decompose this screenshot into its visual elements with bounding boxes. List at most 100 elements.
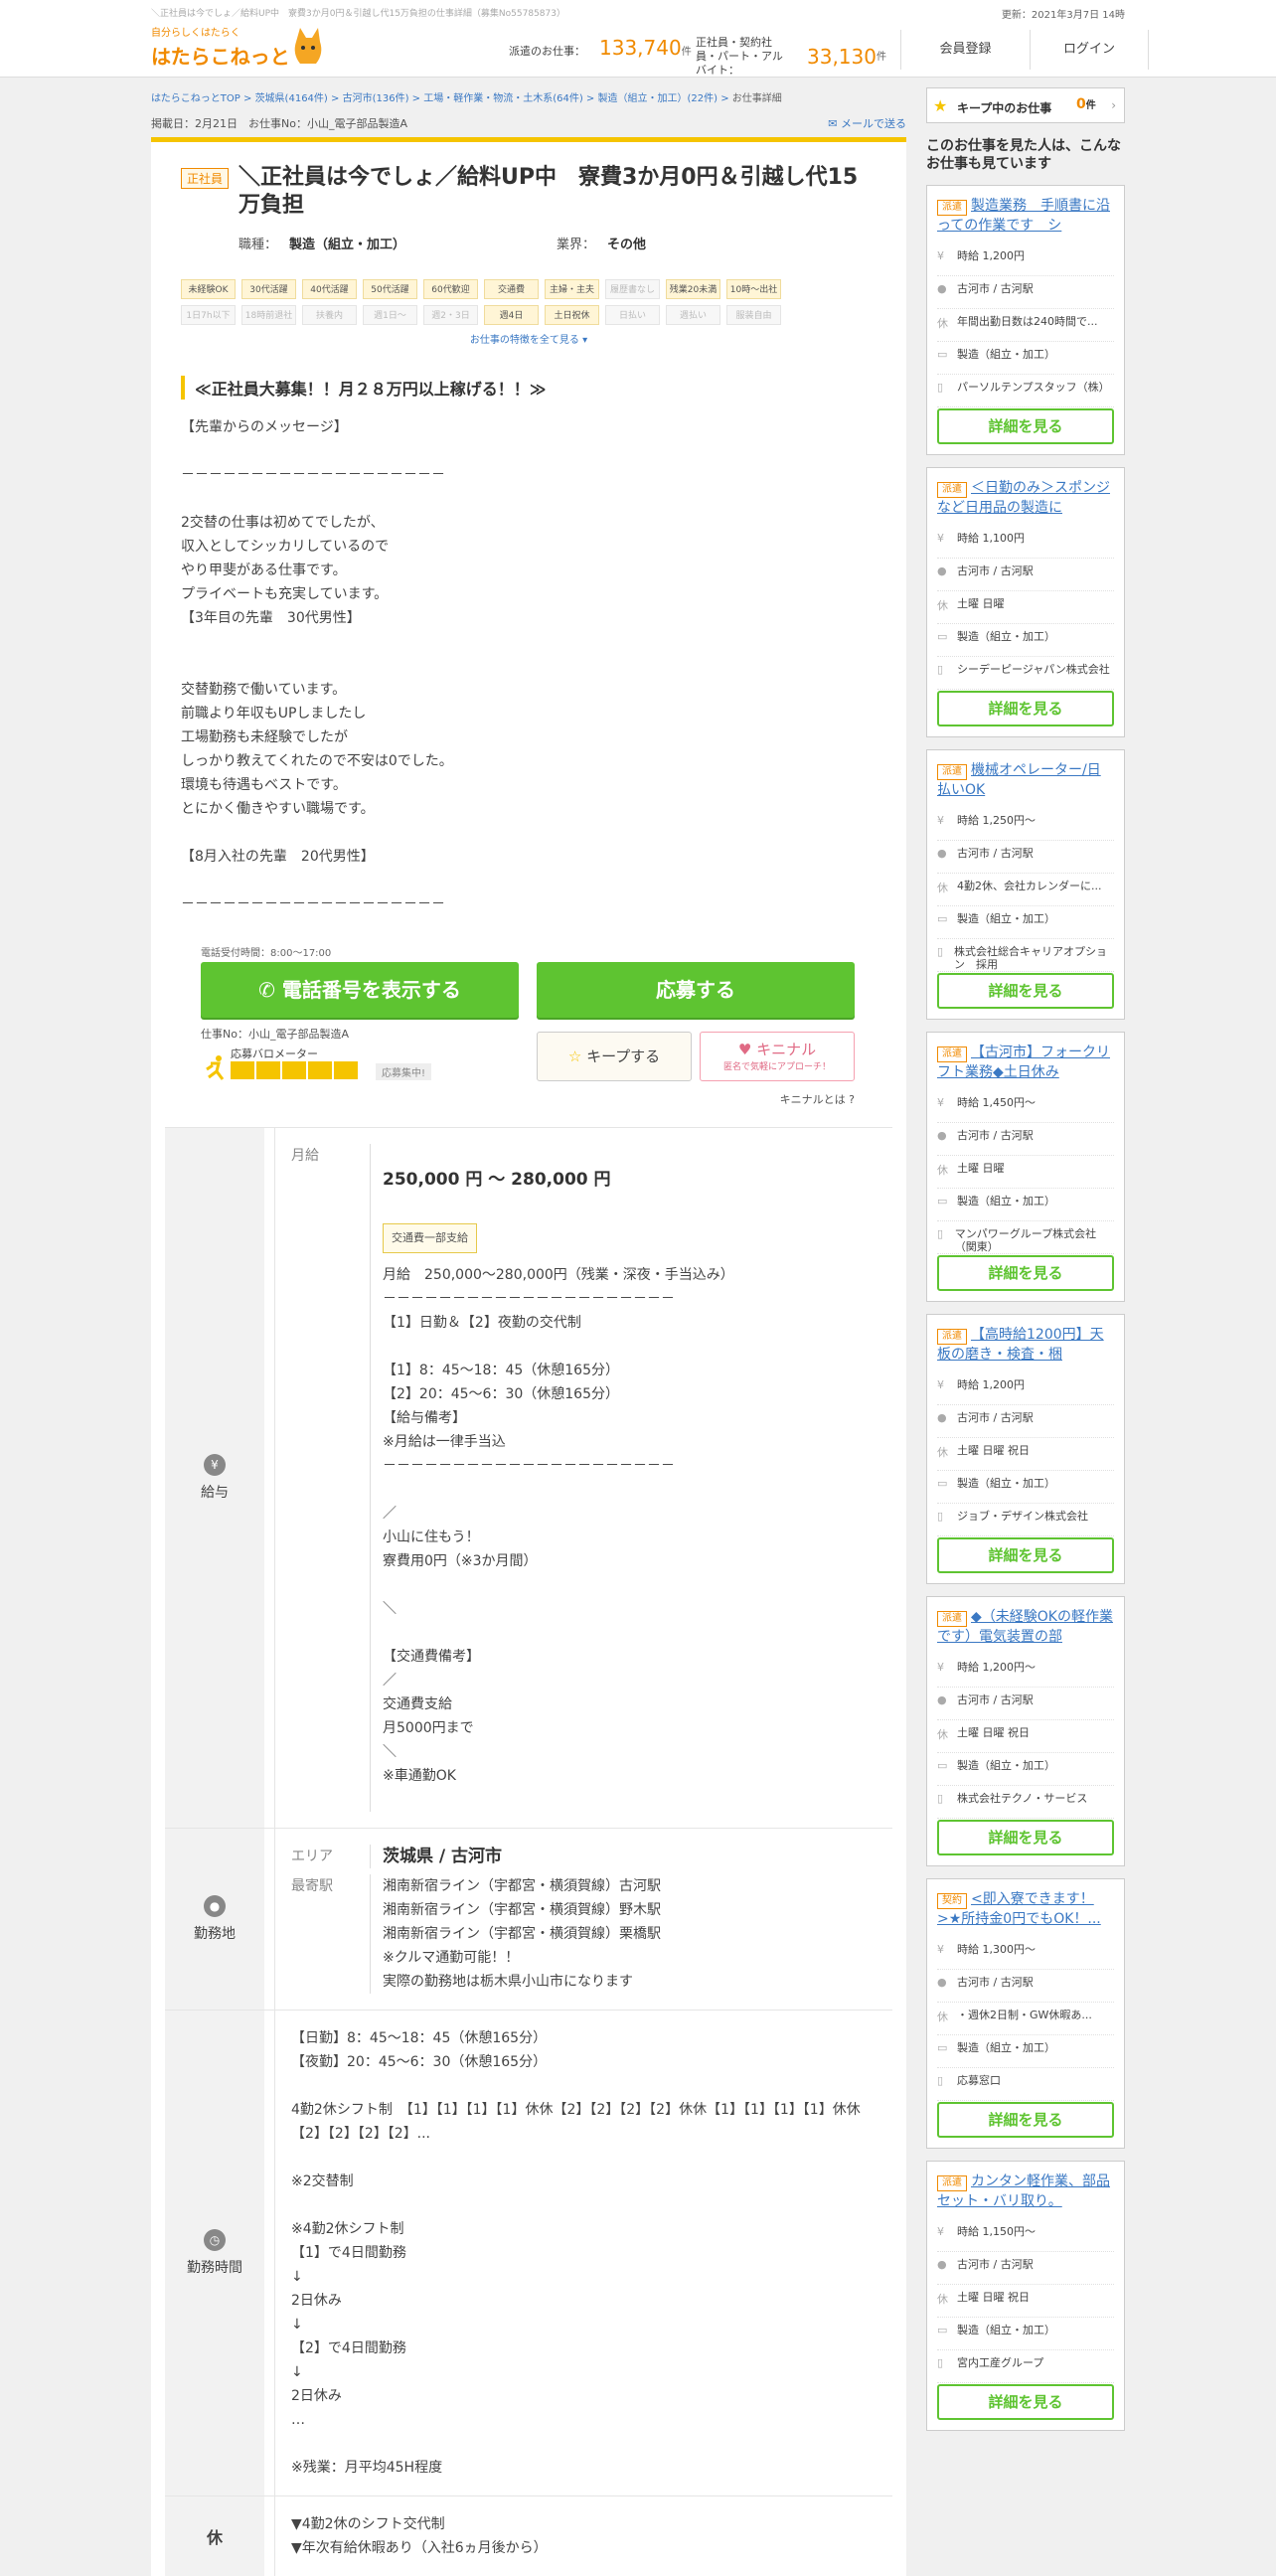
related-job-title-line: 派遣 【古河市】フォークリフト業務◆土日休み — [937, 1043, 1114, 1082]
view-detail-button[interactable]: 詳細を見る — [937, 2102, 1114, 2138]
category-value: 製造（組立・加工） — [957, 348, 1055, 361]
mail-link[interactable]: ✉ メールで送る — [828, 115, 906, 131]
feature-tag: 履歴書なし — [605, 279, 660, 299]
map-pin-icon: ● — [937, 282, 947, 295]
map-pin-icon: ● — [204, 1895, 226, 1917]
star-icon: ☆ — [567, 1047, 582, 1065]
chevron-down-icon: ▾ — [582, 335, 588, 346]
feature-tag-row-2: 1日7h以下 18時前退社 扶養内 週1日～ 週2・3日 週4日 土日祝休 日払い 週払い 服装自… — [181, 305, 877, 325]
wage-row: ¥ 時給 1,200円 — [937, 243, 1114, 276]
feature-tag: 週4日 — [484, 305, 539, 325]
category-row: ▭ 製造（組立・加工） — [937, 906, 1114, 939]
keep-button[interactable]: ☆ キープする — [537, 1032, 692, 1081]
view-detail-button[interactable]: 詳細を見る — [937, 973, 1114, 1009]
job-detail-card: 正社員 ＼正社員は今でしょ／給料UP中 寮費3か月0円＆引越し代15万負担 職種… — [151, 137, 906, 2576]
kininaru-help-link[interactable]: キニナルとは ? — [780, 1091, 855, 1107]
category-icon: ▭ — [937, 1759, 948, 1772]
yen-icon: ¥ — [937, 1378, 944, 1391]
kininaru-button[interactable]: ♥ キニナル 匿名で気軽にアプローチ！ — [700, 1032, 855, 1081]
chevron-right-icon: › — [1111, 98, 1116, 112]
view-detail-button[interactable]: 詳細を見る — [937, 691, 1114, 726]
station-list: 湘南新宿ライン（宇都宮・横須賀線）古河駅 湘南新宿ライン（宇都宮・横須賀線）野木… — [383, 1878, 661, 1990]
view-detail-button[interactable]: 詳細を見る — [937, 2384, 1114, 2420]
breadcrumb-top[interactable]: はたらこねっとTOP — [151, 93, 240, 104]
yen-icon: ¥ — [937, 532, 944, 545]
holiday-value: 年間出勤日数は240時間で... — [957, 315, 1098, 328]
keep-list-link[interactable]: ★ キープ中のお仕事 0件 › — [926, 87, 1125, 123]
yen-icon: ¥ — [937, 814, 944, 827]
job-title: ＼正社員は今でしょ／給料UP中 寮費3か月0円＆引越し代15万負担 — [239, 165, 859, 218]
register-button[interactable]: 会員登録 — [900, 30, 1030, 70]
haken-count: 133,740 — [599, 36, 682, 60]
employment-type-badge: 正社員 — [181, 168, 230, 189]
haken-count-unit: 件 — [681, 47, 692, 58]
holiday-value: 土曜 日曜 祝日 — [957, 1444, 1030, 1457]
breadcrumb-city[interactable]: 古河市(136件) — [343, 93, 409, 104]
logo-name: はたらこねっと — [151, 45, 290, 69]
related-job-info: ¥ 時給 1,200円 ● 古河市 / 古河駅休年間出勤日数は240時間で... ▭ 製造… — [937, 243, 1114, 407]
kininaru-subtitle: 匿名で気軽にアプローチ！ — [722, 1062, 831, 1072]
holiday-icon: 休 — [937, 882, 948, 894]
senior-message: 【先輩からのメッセージ】 －－－－－－－－－－－－－－－－－－－ 2交替の仕事は… — [181, 419, 453, 912]
feature-tag: 残業20未満 — [666, 279, 720, 299]
holiday-value: ・週休2日制・GW休暇あ... — [957, 2009, 1092, 2021]
breadcrumb-field[interactable]: 工場・軽作業・物流・土木系(64件) — [423, 93, 583, 104]
related-job-card: 派遣 機械オペレーター/日払いOK ¥ 時給 1,250円～ ● 古河市 / 古河駅休 4勤… — [926, 749, 1125, 1020]
haken-count-block: 派遣のお仕事： 133,740件 — [509, 36, 692, 60]
job-type-badge: 派遣 — [937, 2175, 967, 2191]
yen-icon: ¥ — [204, 1454, 226, 1476]
view-detail-button[interactable]: 詳細を見る — [937, 408, 1114, 444]
haken-count-label: 派遣のお仕事： — [509, 45, 585, 58]
view-detail-button[interactable]: 詳細を見る — [937, 1255, 1114, 1291]
salary-details: 月給 250,000～280,000円（残業・深夜・手当込み） －－－－－－－－… — [383, 1267, 734, 1784]
map-pin-icon: ● — [937, 564, 947, 577]
keep-button-label: キープする — [586, 1047, 661, 1065]
station-row: ● 古河市 / 古河駅 — [937, 1970, 1114, 2003]
category-value: 製造（組立・加工） — [289, 238, 406, 252]
feature-tag: 交通費 — [484, 279, 539, 299]
related-job-title-line: 派遣 製造業務 手順書に沿っての作業です シ — [937, 196, 1114, 236]
site-header: ＼正社員は今でしょ／給料UP中 寮費3か月0円＆引越し代15万負担の仕事詳細（募… — [0, 0, 1276, 78]
holiday-icon: 休 — [937, 2293, 948, 2306]
show-all-features-link[interactable]: お仕事の特徴を全て見る ▾ — [181, 331, 877, 346]
heart-icon: ♥ — [737, 1041, 752, 1058]
meta-line: 掲載日：2月21日 お仕事No：小山_電子部品製造A ✉ メールで送る — [151, 115, 906, 137]
category-row: ▭ 製造（組立・加工） — [937, 2035, 1114, 2068]
feature-tag: 扶養内 — [302, 305, 357, 325]
company-row: ▯ 宮内工産グループ — [937, 2350, 1114, 2383]
map-pin-icon: ● — [937, 1976, 947, 1989]
posted-info: 掲載日：2月21日 お仕事No：小山_電子部品製造A — [151, 117, 407, 130]
view-detail-button[interactable]: 詳細を見る — [937, 1820, 1114, 1855]
apply-button[interactable]: 応募する — [537, 962, 855, 1018]
related-job-card: 派遣 ＜日勤のみ＞スポンジなど日用品の製造に ¥ 時給 1,100円 ● 古河市 / 古河… — [926, 467, 1125, 737]
related-job-title-line: 派遣 ◆（未経験OKの軽作業です）電気装置の部 — [937, 1607, 1114, 1647]
site-logo[interactable]: 自分らしくはたらく はたらこねっと — [151, 24, 322, 72]
barometer-bar — [282, 1061, 306, 1079]
wage-row: ¥ 時給 1,450円～ — [937, 1090, 1114, 1123]
related-job-list: 派遣 製造業務 手順書に沿っての作業です シ ¥ 時給 1,200円 ● 古河市 / 古河… — [926, 185, 1125, 2431]
breadcrumb-pref[interactable]: 茨城県(4164件) — [255, 93, 328, 104]
view-detail-button[interactable]: 詳細を見る — [937, 1537, 1114, 1573]
company-value: パーソルテンプスタッフ（株） — [957, 381, 1110, 394]
breadcrumb-category[interactable]: 製造（組立・加工）(22件) — [598, 93, 718, 104]
company-value: 株式会社テクノ・サービス — [957, 1792, 1088, 1805]
category-icon: ▭ — [937, 912, 948, 925]
show-phone-button[interactable]: ✆ 電話番号を表示する — [201, 962, 519, 1018]
kininaru-title: キニナル — [756, 1041, 817, 1058]
category-value: 製造（組立・加工） — [957, 2324, 1055, 2336]
wage-row: ¥ 時給 1,250円～ — [937, 808, 1114, 841]
salary-sub-label: 月給 — [291, 1144, 371, 1812]
wage-row: ¥ 時給 1,100円 — [937, 526, 1114, 559]
job-number: 仕事No：小山_電子部品製造A — [201, 1028, 349, 1041]
wage-value: 時給 1,200円～ — [957, 1661, 1036, 1674]
phone-icon: ✆ — [258, 978, 275, 1002]
related-job-info: ¥ 時給 1,300円～ ● 古河市 / 古河駅休・週休2日制・GW休暇あ... ▭ 製造… — [937, 1937, 1114, 2101]
related-job-title-line: 契約 <即入寮できます！>★所持金0円でもOK！... — [937, 1889, 1114, 1929]
login-button[interactable]: ログイン — [1030, 30, 1149, 70]
related-job-card: 契約 <即入寮できます！>★所持金0円でもOK！... ¥ 時給 1,300円～ ● 古河… — [926, 1878, 1125, 2149]
map-pin-icon: ● — [937, 1693, 947, 1706]
location-head: ● 勤務地 — [165, 1829, 264, 2010]
category-icon: ▭ — [937, 2324, 948, 2336]
job-type-badge: 派遣 — [937, 1611, 967, 1627]
feature-tag: 30代活躍 — [241, 279, 296, 299]
